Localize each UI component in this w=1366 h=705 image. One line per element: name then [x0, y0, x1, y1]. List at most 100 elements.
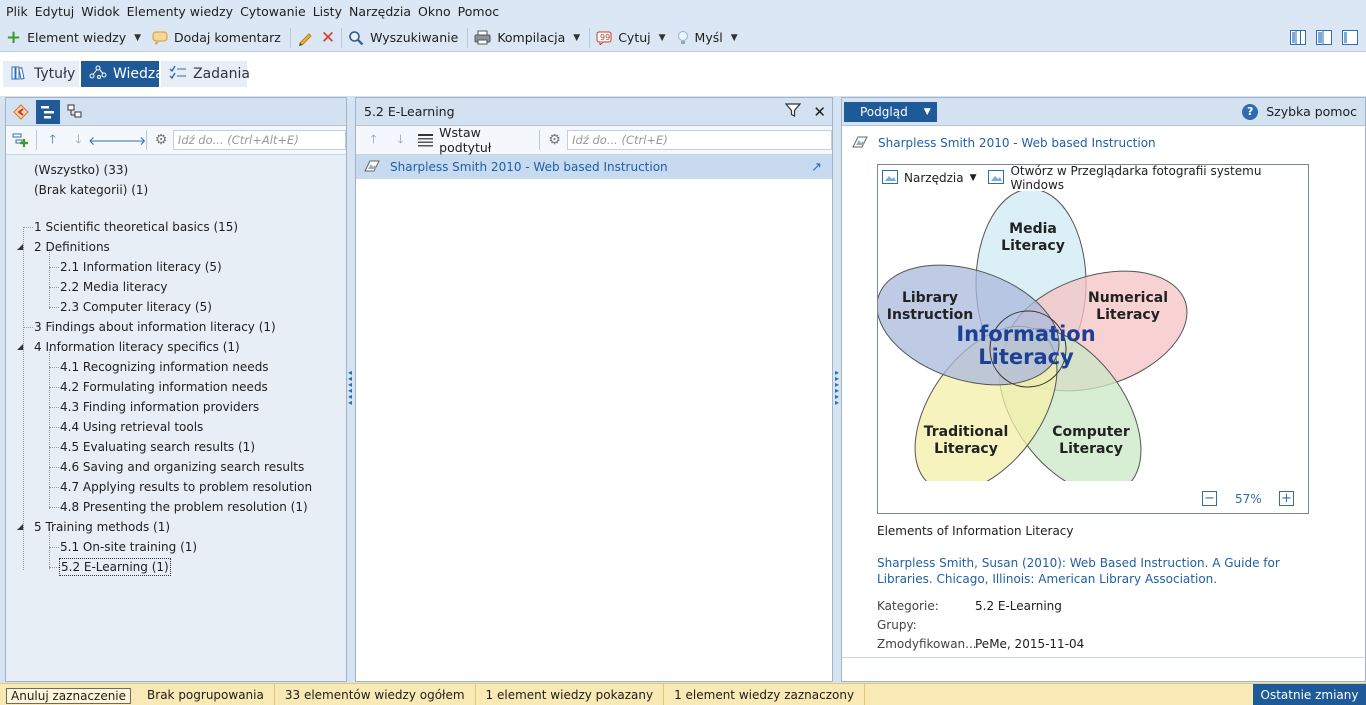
category-node-5-2-selected[interactable]: 5.2 E-Learning (1) [59, 558, 171, 576]
chevron-down-icon[interactable]: ▼ [970, 173, 977, 183]
recent-changes-button[interactable]: Ostatnie zmiany [1253, 684, 1366, 705]
menu-elementy-wiedzy[interactable]: Elementy wiedzy [125, 0, 238, 24]
menu-okno[interactable]: Okno [416, 0, 456, 24]
move-left-icon[interactable]: 🡐 [88, 133, 120, 148]
toolbar-separator [341, 27, 343, 48]
splitter-handle[interactable]: ▸ ▸ ▸ ▸ ▸ ▸ [834, 369, 840, 407]
layout-two-panes-icon[interactable] [1316, 30, 1332, 48]
category-search-input[interactable]: Idź do... (Ctrl+Alt+E) [172, 130, 346, 150]
preview-dropdown[interactable]: Podgląd ▼ [844, 101, 937, 122]
tree-branch-line [49, 567, 59, 568]
insert-subtitle-button[interactable]: Wstaw podtytuł [439, 125, 533, 155]
category-node-4-3[interactable]: 4.3 Finding information providers [60, 398, 259, 416]
category-node-2-1[interactable]: 2.1 Information literacy (5) [60, 258, 222, 276]
chevron-down-icon[interactable]: ▼ [731, 33, 738, 43]
preview-item-title[interactable]: Sharpless Smith 2010 - Web based Instruc… [878, 136, 1156, 150]
metadata: Kategorie: 5.2 E-Learning Grupy: Zmodyfi… [877, 596, 1084, 653]
category-node-5[interactable]: 5 Training methods (1) [34, 518, 170, 536]
open-in-photo-viewer-button[interactable]: Otwórz w Przeglądarka fotografii systemu… [1010, 164, 1308, 192]
tab-knowledge[interactable]: Wiedza [81, 61, 164, 87]
tree-branch-line [49, 367, 59, 368]
category-node-2-3[interactable]: 2.3 Computer literacy (5) [60, 298, 212, 316]
printer-icon [474, 30, 491, 45]
tree-branch-line [49, 407, 59, 408]
menu-cytowanie[interactable]: Cytowanie [238, 0, 311, 24]
quick-help-button[interactable]: ? Szybka pomoc [1242, 103, 1357, 120]
move-down-icon[interactable]: 🡓 [66, 130, 90, 151]
category-node-4-6[interactable]: 4.6 Saving and organizing search results [60, 458, 304, 476]
preview-panel: Podgląd ▼ ? Szybka pomoc Sharpless Smith… [841, 97, 1366, 682]
collapse-icon[interactable]: ◢ [17, 342, 23, 351]
tab-knowledge-label: Wiedza [113, 66, 164, 82]
add-category-icon[interactable] [10, 132, 32, 148]
category-node-2-2[interactable]: 2.2 Media literacy [60, 278, 168, 296]
delete-button[interactable]: ✕ [317, 25, 339, 51]
category-node-2[interactable]: 2 Definitions [34, 238, 110, 256]
tab-titles[interactable]: Tytuły [3, 61, 79, 87]
edit-button[interactable] [293, 25, 317, 51]
zoom-in-icon[interactable]: + [1279, 491, 1294, 506]
move-up-icon[interactable]: 🡑 [362, 130, 385, 151]
label-media: Media [1009, 221, 1057, 237]
pencil-icon [297, 30, 313, 46]
reference-link[interactable]: Sharpless Smith, Susan (2010): Web Based… [877, 555, 1337, 587]
menu-edytuj[interactable]: Edytuj [33, 0, 80, 24]
category-uncategorized[interactable]: (Brak kategorii) (1) [34, 181, 148, 199]
chevron-down-icon: ▼ [923, 106, 931, 117]
knowledge-item-row[interactable]: Sharpless Smith 2010 - Web based Instruc… [356, 155, 832, 179]
separator [35, 130, 37, 150]
back-icon[interactable] [10, 101, 32, 123]
category-node-4[interactable]: 4 Information literacy specifics (1) [34, 338, 240, 356]
compile-button[interactable]: Kompilacja ▼ [470, 25, 587, 51]
category-node-1[interactable]: 1 Scientific theoretical basics (15) [34, 218, 238, 236]
category-node-4-8[interactable]: 4.8 Presenting the problem resolution (1… [60, 498, 308, 516]
category-node-4-2[interactable]: 4.2 Formulating information needs [60, 378, 268, 396]
category-node-3[interactable]: 3 Findings about information literacy (1… [34, 318, 276, 336]
splitter-handle[interactable]: ◂ ◂ ◂ ◂ ◂ ◂ [347, 369, 353, 407]
layout-one-pane-icon[interactable] [1342, 30, 1358, 48]
filter-icon[interactable] [785, 102, 802, 121]
move-down-icon[interactable]: 🡓 [389, 130, 412, 151]
jump-to-source-icon[interactable]: ↗ [811, 160, 822, 175]
category-node-4-4[interactable]: 4.4 Using retrieval tools [60, 418, 203, 436]
chevron-down-icon[interactable]: ▼ [573, 33, 580, 43]
menu-narzedzia[interactable]: Narzędzia [347, 0, 416, 24]
move-right-icon[interactable]: 🡒 [114, 133, 146, 148]
zoom-out-icon[interactable]: − [1202, 491, 1217, 506]
collapse-icon[interactable]: ◢ [17, 242, 23, 251]
gear-icon[interactable]: ⚙ [546, 132, 563, 148]
category-node-4-5[interactable]: 4.5 Evaluating search results (1) [60, 438, 255, 456]
move-up-icon[interactable]: 🡑 [41, 130, 65, 151]
menu-widok[interactable]: Widok [79, 0, 124, 24]
search-button[interactable]: Wyszukiwanie [344, 25, 465, 51]
category-all[interactable]: (Wszystko) (33) [34, 161, 128, 179]
tab-tasks-label: Zadania [193, 66, 250, 82]
chevron-down-icon[interactable]: ▼ [659, 33, 666, 43]
layout-switcher [1290, 30, 1358, 48]
menu-pomoc[interactable]: Pomoc [456, 0, 504, 24]
gear-icon[interactable]: ⚙ [151, 132, 171, 148]
new-item-button[interactable]: + Element wiedzy ▼ [2, 25, 148, 51]
clear-selection-button[interactable]: Anuluj zaznaczenie [6, 688, 132, 704]
menu-listy[interactable]: Listy [311, 0, 347, 24]
category-node-5-1[interactable]: 5.1 On-site training (1) [60, 538, 197, 556]
chevron-down-icon[interactable]: ▼ [134, 33, 141, 43]
category-node-4-7[interactable]: 4.7 Applying results to problem resoluti… [60, 478, 312, 496]
close-icon[interactable]: ✕ [813, 103, 826, 121]
cite-button[interactable]: 99 Cytuj ▼ [592, 25, 672, 51]
tab-tasks[interactable]: Zadania [161, 61, 250, 87]
preview-item-title-row: Sharpless Smith 2010 - Web based Instruc… [842, 134, 1365, 152]
layout-three-panes-icon[interactable] [1290, 30, 1306, 48]
tree-branch-line [23, 327, 33, 328]
tree-branch-line [49, 267, 59, 268]
image-tools-button[interactable]: Narzędzia [904, 171, 964, 185]
help-icon: ? [1242, 103, 1259, 120]
menu-plik[interactable]: Plik [4, 0, 33, 24]
category-node-4-1[interactable]: 4.1 Recognizing information needs [60, 358, 269, 376]
collapse-icon[interactable]: ◢ [17, 522, 23, 531]
thought-button[interactable]: Myśl ▼ [673, 25, 745, 51]
grouped-view-icon[interactable] [64, 101, 86, 123]
category-tree-view-icon[interactable] [36, 99, 60, 124]
knowledge-search-input[interactable]: Idź do... (Ctrl+E) [567, 130, 833, 150]
add-comment-button[interactable]: Dodaj komentarz [148, 25, 288, 51]
